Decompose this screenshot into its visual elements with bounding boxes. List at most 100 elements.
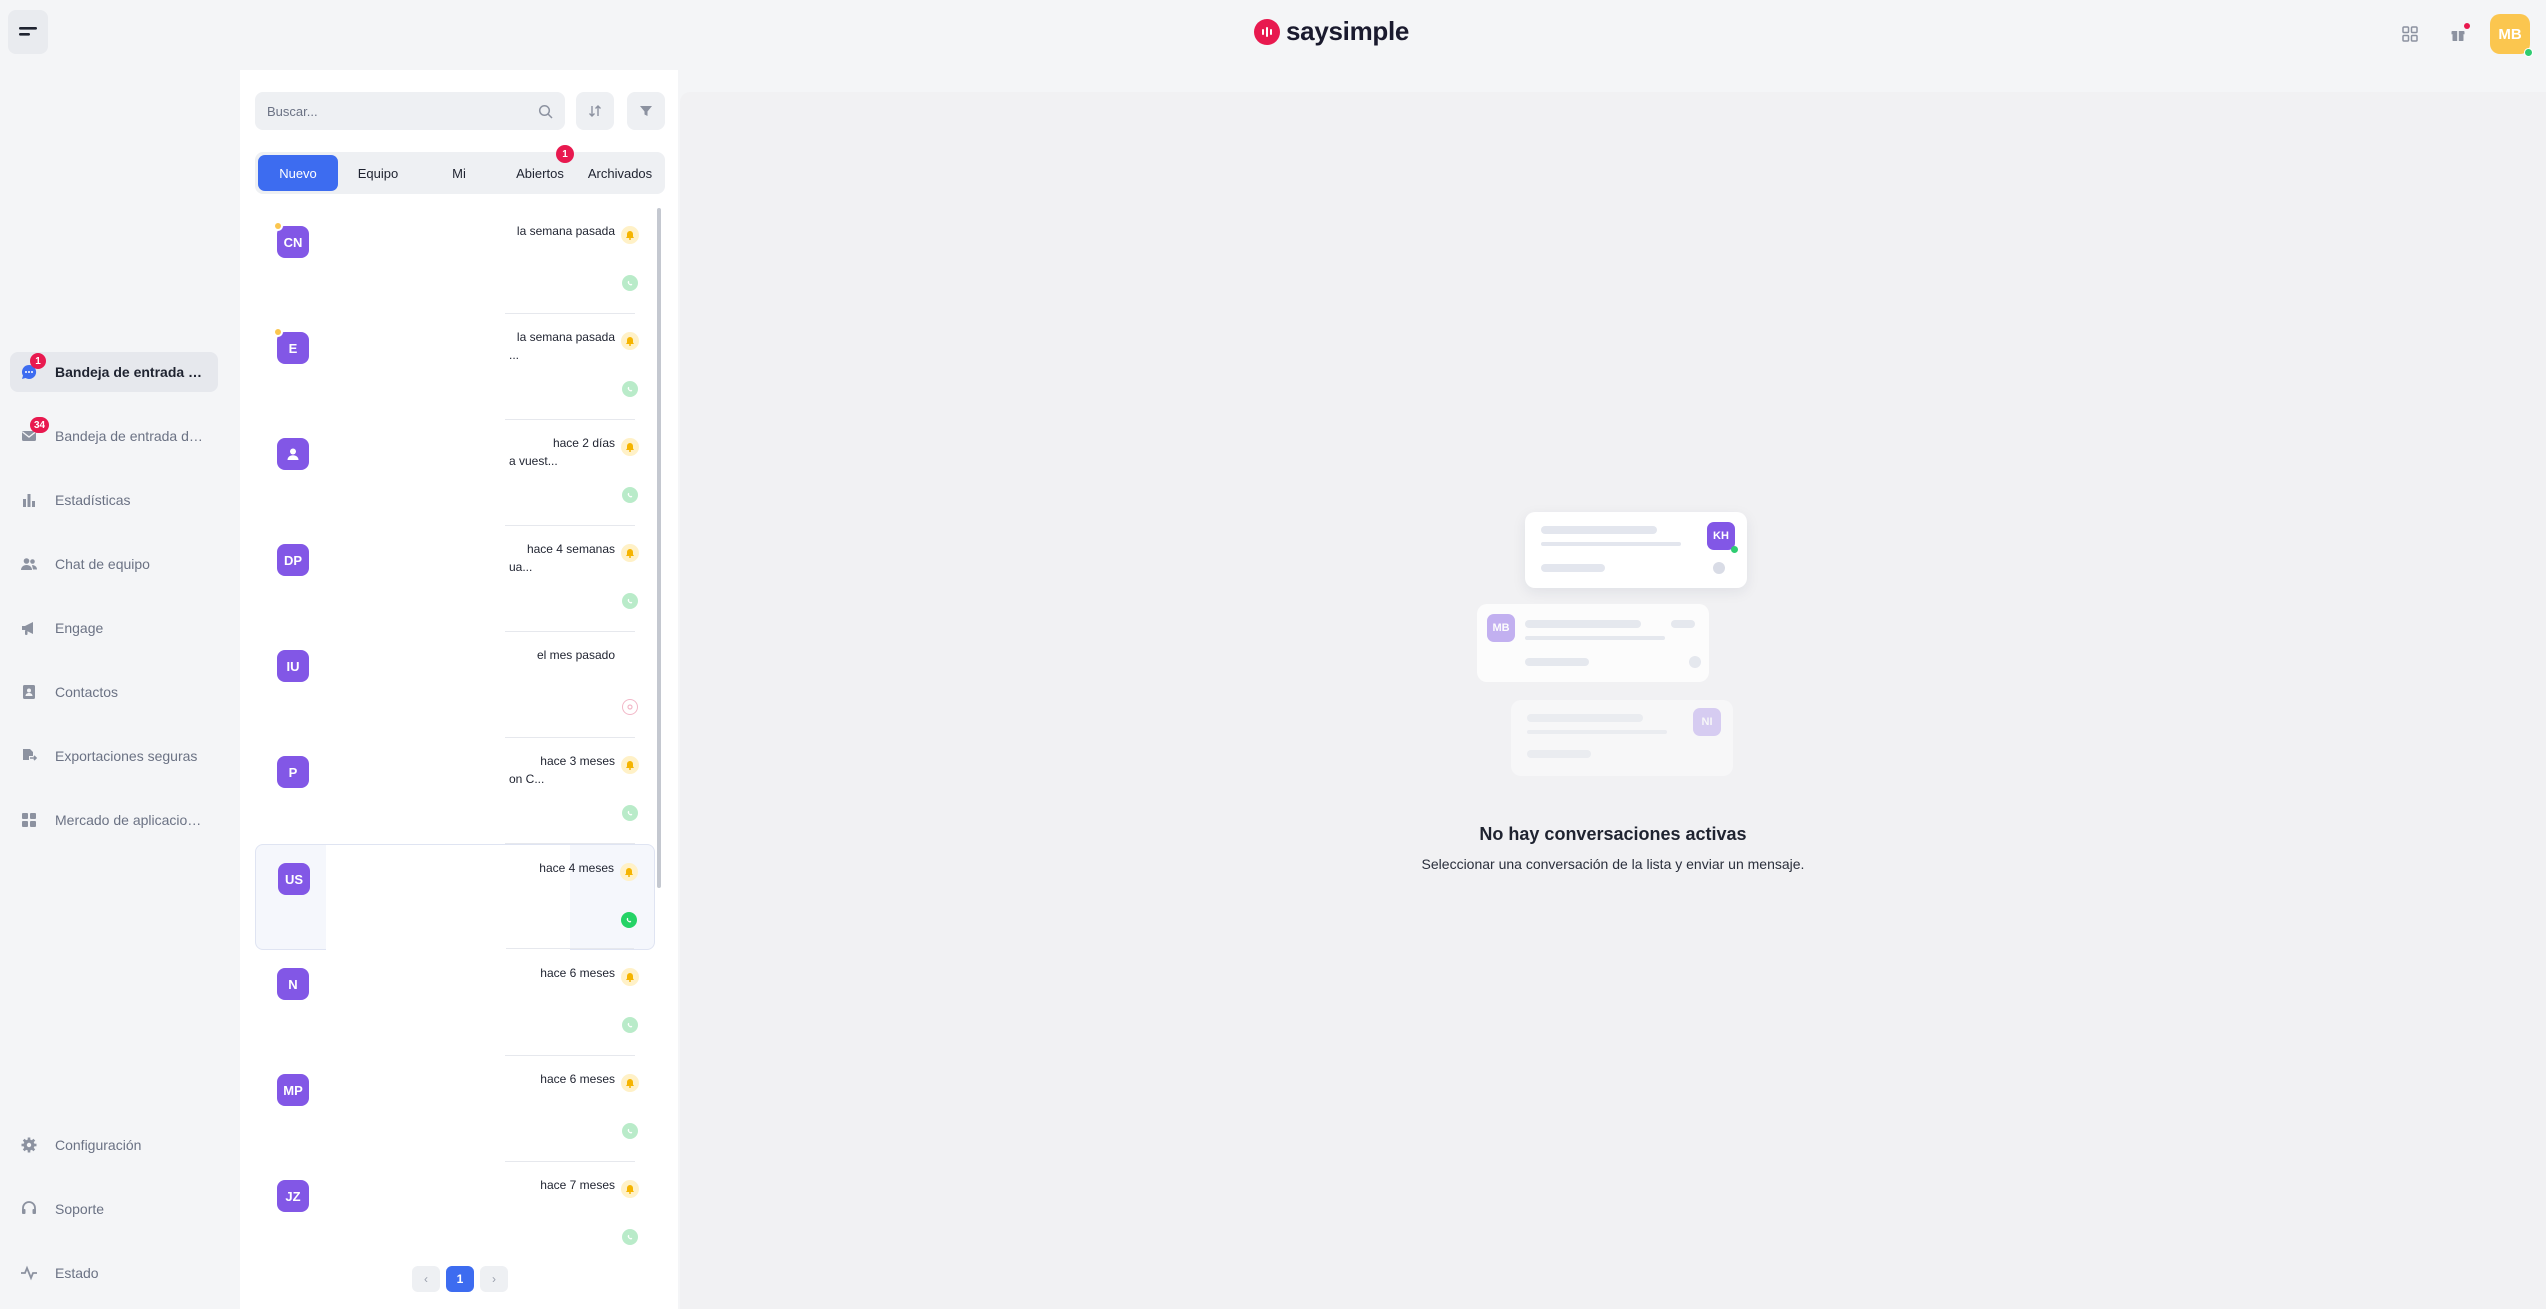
sidebar-item-statistics[interactable]: Estadísticas (10, 480, 218, 520)
whatsapp-icon (621, 912, 637, 928)
app-logo[interactable]: saysimple (1254, 16, 1409, 47)
contact-initials: P (288, 764, 298, 780)
empty-state-illustration: KH MB NI (1475, 512, 1775, 792)
search-input[interactable] (267, 103, 538, 119)
conversation-snippet: on C... (509, 772, 545, 786)
conversation-time: la semana pasada (516, 224, 615, 238)
illustration-avatar: MB (1487, 614, 1515, 642)
contact-initials: CN (283, 234, 303, 250)
conversation-item[interactable]: CN la semana pasada (255, 208, 655, 314)
sidebar-item-label: Contactos (55, 684, 119, 700)
conversation-item[interactable]: US hace 4 meses (255, 844, 655, 951)
contact-initials: DP (283, 552, 303, 568)
menu-icon (19, 27, 37, 36)
sidebar-item-label: Soporte (55, 1201, 105, 1217)
sidebar-item-team-chat[interactable]: Chat de equipo (10, 544, 218, 584)
prev-page-button[interactable]: ‹ (412, 1266, 440, 1292)
conversation-time: hace 4 meses (539, 861, 614, 875)
top-header: saysimple MB (0, 0, 2546, 70)
sidebar-item-settings[interactable]: Configuración (10, 1125, 218, 1165)
bell-icon (621, 438, 639, 456)
conversation-time: hace 6 meses (540, 1072, 615, 1086)
starred-indicator (273, 327, 283, 337)
empty-state-subtitle: Seleccionar una conversación de la lista… (1421, 856, 1805, 872)
user-initials: MB (2498, 25, 2522, 43)
whatsapp-icon (622, 593, 638, 609)
contact-avatar: P (277, 756, 309, 788)
sidebar-item-email-inbox[interactable]: 34 Bandeja de entrada de correo (10, 416, 218, 456)
bell-icon (621, 1180, 639, 1198)
gift-button[interactable] (2446, 22, 2470, 46)
filter-button[interactable] (627, 92, 665, 130)
whatsapp-icon (622, 275, 638, 291)
conversation-item[interactable]: MP hace 6 meses (255, 1056, 655, 1162)
contact-avatar: N (277, 968, 309, 1000)
conversation-item[interactable]: JZ hace 7 meses (255, 1162, 655, 1248)
contact-initials: N (288, 976, 298, 992)
contact-avatar: E (273, 327, 309, 364)
sidebar-item-status[interactable]: Estado (10, 1253, 218, 1293)
sidebar-item-whatsapp-inbox[interactable]: 1 Bandeja de entrada de WhatsApp (10, 352, 218, 392)
sidebar-item-label: Mercado de aplicaciones (55, 812, 205, 828)
contact-avatar: US (278, 863, 310, 895)
conversation-time: hace 4 semanas (526, 542, 615, 556)
person-icon (287, 448, 299, 460)
illustration-card: MB (1477, 604, 1709, 682)
conversation-snippet: ua... (509, 560, 533, 574)
headset-icon (20, 1200, 38, 1218)
conversation-time: hace 6 meses (540, 966, 615, 980)
tab-equipo[interactable]: Equipo (338, 155, 418, 191)
user-avatar[interactable]: MB (2490, 14, 2533, 57)
instagram-icon (622, 699, 638, 715)
sidebar-item-engage[interactable]: Engage (10, 608, 218, 648)
conversation-time: el mes pasado (536, 648, 615, 662)
tab-mi[interactable]: Mi (419, 155, 499, 191)
conversation-item[interactable]: hace 2 días a vuest... (255, 420, 655, 526)
logo-text: saysimple (1286, 16, 1410, 46)
notification-dot (2464, 23, 2470, 29)
contact-avatar: MP (277, 1074, 309, 1106)
contact-book-icon (20, 683, 38, 701)
chat-icon: 1 (20, 353, 46, 381)
apps-button[interactable] (2398, 22, 2422, 46)
grid-icon (20, 811, 38, 829)
sidebar-item-label: Estado (55, 1265, 99, 1281)
search-icon[interactable] (538, 104, 553, 119)
tab-nuevo[interactable]: Nuevo (258, 155, 338, 191)
empty-state-title: No hay conversaciones activas (1479, 824, 1747, 844)
conversation-item[interactable]: IU el mes pasado (255, 632, 655, 738)
menu-toggle-button[interactable] (8, 10, 48, 54)
export-icon (20, 747, 38, 765)
conversation-preview-area (325, 738, 569, 844)
next-page-button[interactable]: › (480, 1266, 508, 1292)
sidebar-item-label: Bandeja de entrada de correo (55, 428, 205, 444)
sidebar-item-contacts[interactable]: Contactos (10, 672, 218, 712)
online-status-dot (2524, 48, 2533, 57)
tab-abiertos[interactable]: Abiertos 1 (500, 145, 580, 191)
whatsapp-icon (622, 487, 638, 503)
conversation-item[interactable]: Nhace 6 meses (255, 950, 655, 1056)
sidebar-item-app-market[interactable]: Mercado de aplicaciones (10, 800, 218, 840)
bell-icon (621, 756, 639, 774)
gear-icon (20, 1136, 38, 1154)
sidebar-item-support[interactable]: Soporte (10, 1189, 218, 1229)
illustration-card: NI (1511, 700, 1733, 776)
list-scrollbar[interactable] (657, 208, 661, 888)
contact-initials: MP (283, 1082, 303, 1098)
tab-archivados[interactable]: Archivados (580, 155, 660, 191)
bar-chart-icon (20, 491, 38, 509)
whatsapp-icon (622, 381, 638, 397)
sidebar-item-secure-exports[interactable]: Exportaciones seguras (10, 736, 218, 776)
conversation-item[interactable]: DP hace 4 semanas ua... (255, 526, 655, 632)
unread-badge: 1 (30, 353, 46, 369)
contact-initials: JZ (285, 1188, 301, 1204)
sort-button[interactable] (576, 92, 614, 130)
pagination: ‹ 1 › (412, 1266, 508, 1292)
conversation-item[interactable]: Ela semana pasada... (255, 314, 655, 420)
conversation-item[interactable]: Phace 3 meses on C... (255, 738, 655, 844)
starred-indicator (273, 221, 283, 231)
sidebar-item-label: Bandeja de entrada de WhatsApp (55, 364, 205, 380)
filter-icon (640, 106, 652, 116)
whatsapp-icon (622, 805, 638, 821)
current-page-button[interactable]: 1 (446, 1266, 474, 1292)
